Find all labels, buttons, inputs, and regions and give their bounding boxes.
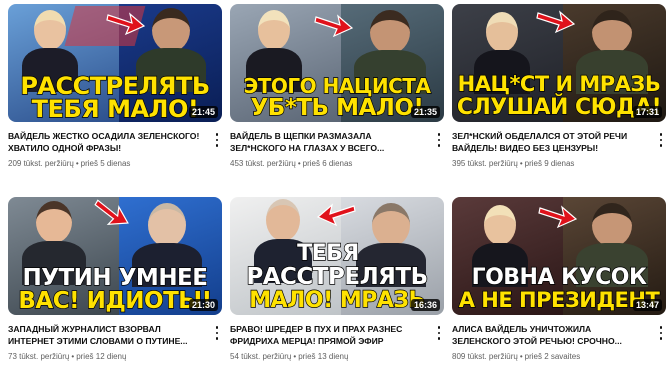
video-title[interactable]: ВАЙДЕЛЬ В ЩЕПКИ РАЗМАЗАЛА ЗЕЛ*НСКОГО НА … (230, 131, 430, 154)
video-thumbnail[interactable]: ГОВНА КУСОК А НЕ ПРЕЗИДЕНТ 13:47 (452, 197, 666, 315)
upload-age: prieš 2 savaites (524, 352, 581, 361)
upload-age: prieš 5 dienas (80, 159, 131, 168)
duration-badge: 21:30 (188, 299, 218, 311)
view-count: 809 tūkst. peržiūrų (452, 352, 518, 361)
upload-age: prieš 9 dienas (524, 159, 575, 168)
video-title[interactable]: БРАВО! ШРЕДЕР В ПУХ И ПРАХ РАЗНЕС ФРИДРИ… (230, 324, 430, 347)
duration-badge: 17:31 (632, 106, 662, 118)
video-thumbnail[interactable]: РАССТРЕЛЯТЬ ТЕБЯ МАЛО! 21:45 (8, 4, 222, 122)
duration-badge: 16:36 (410, 299, 440, 311)
more-vert-icon[interactable] (214, 326, 220, 340)
red-arrow-icon (314, 14, 354, 38)
video-stats: 395 tūkst. peržiūrų • prieš 9 dienas (452, 159, 575, 168)
red-arrow-icon (316, 203, 356, 227)
video-stats: 453 tūkst. peržiūrų • prieš 6 dienas (230, 159, 353, 168)
red-arrow-icon (538, 205, 578, 229)
video-stats: 54 tūkst. peržiūrų • prieš 13 dienų (230, 352, 349, 361)
duration-badge: 21:45 (188, 106, 218, 118)
video-title[interactable]: ВАЙДЕЛЬ ЖЕСТКО ОСАДИЛА ЗЕЛЕНСКОГО! ХВАТИ… (8, 131, 208, 154)
more-vert-icon[interactable] (436, 133, 442, 147)
more-vert-icon[interactable] (214, 133, 220, 147)
upload-age: prieš 13 dienų (298, 352, 349, 361)
view-count: 453 tūkst. peržiūrų (230, 159, 296, 168)
thumbnail-caption-top: ТЕБЯ (296, 241, 360, 266)
more-vert-icon[interactable] (436, 326, 442, 340)
video-thumbnail[interactable]: ТЕБЯ РАССТРЕЛЯТЬ МАЛО! МРАЗЬ 16:36 (230, 197, 444, 315)
view-count: 73 tūkst. peržiūrų (8, 352, 70, 361)
duration-badge: 21:35 (410, 106, 440, 118)
upload-age: prieš 6 dienas (302, 159, 353, 168)
more-vert-icon[interactable] (658, 326, 664, 340)
thumbnail-caption-top: ГОВНА КУСОК (471, 265, 648, 290)
thumbnail-caption-top: ПУТИН УМНЕЕ (22, 265, 209, 291)
view-count: 54 tūkst. peržiūrų (230, 352, 292, 361)
video-title[interactable]: ЗАПАДНЫЙ ЖУРНАЛИСТ ВЗОРВАЛ ИНТЕРНЕТ ЭТИМ… (8, 324, 208, 347)
video-stats: 73 tūkst. peržiūrų • prieš 12 dienų (8, 352, 127, 361)
red-arrow-icon (106, 12, 146, 36)
video-thumbnail[interactable]: ПУТИН УМНЕЕ ВАС! ИДИОТЫ! 21:30 (8, 197, 222, 315)
video-stats: 209 tūkst. peržiūrų • prieš 5 dienas (8, 159, 131, 168)
view-count: 209 tūkst. peržiūrų (8, 159, 74, 168)
duration-badge: 13:47 (632, 299, 662, 311)
video-thumbnail[interactable]: НАЦ*СТ И МРАЗЬ СЛУШАЙ СЮДА! 17:31 (452, 4, 666, 122)
video-title[interactable]: ЗЕЛ*НСКИЙ ОБДЕЛАЛСЯ ОТ ЭТОЙ РЕЧИ ВАЙДЕЛЬ… (452, 131, 652, 154)
view-count: 395 tūkst. peržiūrų (452, 159, 518, 168)
video-stats: 809 tūkst. peržiūrų • prieš 2 savaites (452, 352, 581, 361)
video-grid: РАССТРЕЛЯТЬ ТЕБЯ МАЛО! 21:45 ВАЙДЕЛЬ ЖЕС… (0, 0, 670, 374)
video-title[interactable]: АЛИСА ВАЙДЕЛЬ УНИЧТОЖИЛА ЗЕЛЕНСКОГО ЭТОЙ… (452, 324, 652, 347)
thumbnail-caption-top: НАЦ*СТ И МРАЗЬ (457, 72, 662, 96)
red-arrow-icon (536, 10, 576, 34)
more-vert-icon[interactable] (658, 133, 664, 147)
upload-age: prieš 12 dienų (76, 352, 127, 361)
video-thumbnail[interactable]: ЭТОГО НАЦИСТА УБ*ТЬ МАЛО! 21:35 (230, 4, 444, 122)
thumbnail-caption-mid: РАССТРЕЛЯТЬ (246, 264, 429, 290)
thumbnail-caption-top: ЭТОГО НАЦИСТА (243, 74, 432, 98)
